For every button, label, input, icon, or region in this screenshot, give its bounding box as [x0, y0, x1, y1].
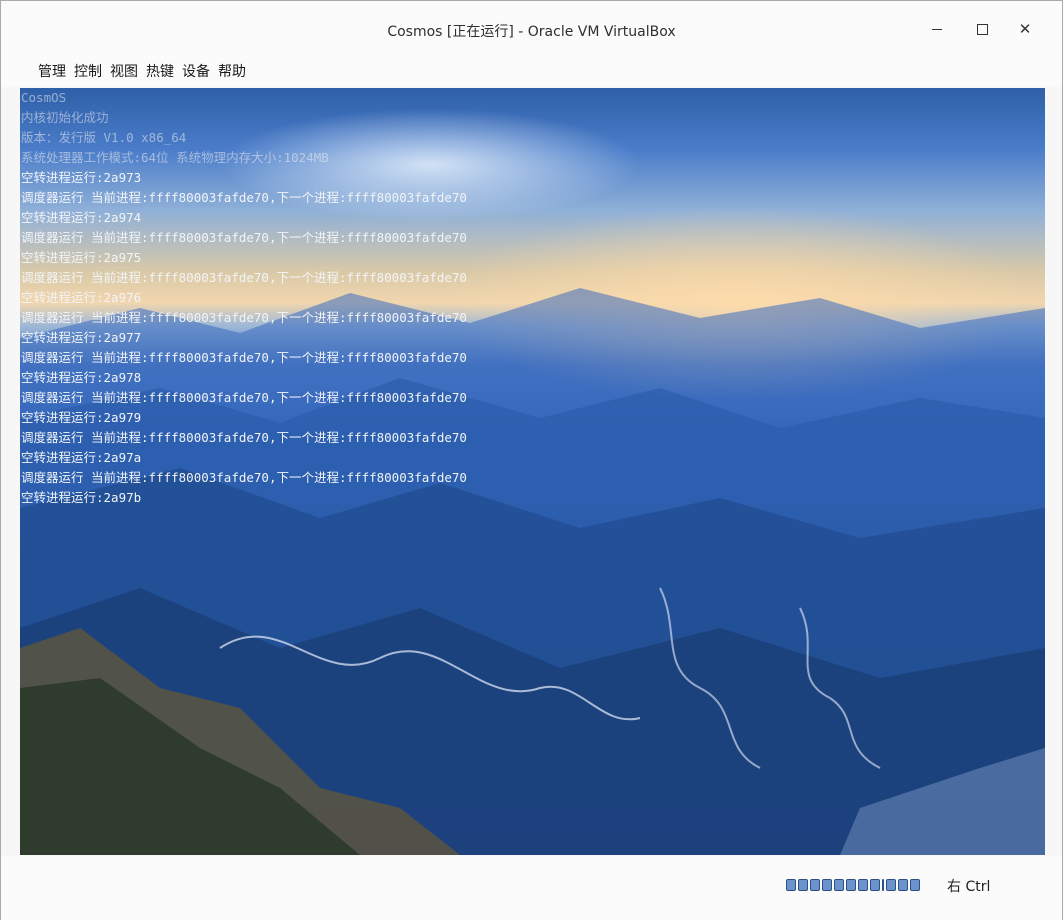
keyboard-icon[interactable] [910, 879, 920, 891]
tray-separator [882, 879, 884, 891]
title-bar[interactable]: Cosmos [正在运行] - Oracle VM VirtualBox ✕ [1, 1, 1062, 51]
recording-icon[interactable] [870, 879, 880, 891]
hard-disk-icon[interactable] [786, 879, 796, 891]
menu-control[interactable]: 控制 [74, 61, 102, 81]
optical-drive-icon[interactable] [798, 879, 808, 891]
console-line: 调度器运行 当前进程:ffff80003fafde70,下一个进程:ffff80… [21, 390, 467, 405]
shared-folders-icon[interactable] [846, 879, 856, 891]
console-line: 版本：发行版 V1.0 x86_64 [21, 130, 187, 145]
menu-devices[interactable]: 设备 [182, 61, 210, 81]
console-line: 空转进程运行:2a97b [21, 490, 142, 505]
status-bar: 右 Ctrl [1, 856, 1062, 920]
console-line: 空转进程运行:2a978 [21, 370, 142, 385]
console-line: 调度器运行 当前进程:ffff80003fafde70,下一个进程:ffff80… [21, 430, 467, 445]
vm-display[interactable]: CosmOS 内核初始化成功版本：发行版 V1.0 x86_64 系统处理器工作模式… [20, 88, 1045, 855]
menu-bar: 管理 控制 视图 热键 设备 帮助 [1, 51, 1062, 87]
close-icon: ✕ [1018, 20, 1032, 38]
mouse-integration-icon[interactable] [898, 879, 908, 891]
console-line: 内核初始化成功 [21, 110, 109, 125]
close-button[interactable]: ✕ [1011, 15, 1039, 43]
minimize-button[interactable] [923, 15, 951, 43]
maximize-icon [976, 23, 988, 35]
console-line: CosmOS [21, 90, 67, 105]
console-line: 空转进程运行:2a977 [21, 330, 142, 345]
device-tray [786, 876, 920, 894]
console-line: 空转进程运行:2a974 [21, 210, 142, 225]
console-line: 调度器运行 当前进程:ffff80003fafde70,下一个进程:ffff80… [21, 230, 467, 245]
console-line: 系统处理器工作模式:64位 系统物理内存大小:1024MB [21, 150, 329, 165]
minimize-icon [932, 28, 942, 30]
menu-help[interactable]: 帮助 [218, 61, 246, 81]
host-key-indicator[interactable]: 右 Ctrl [947, 876, 990, 896]
menu-hotkey[interactable]: 热键 [146, 61, 174, 81]
console-line: 空转进程运行:2a975 [21, 250, 142, 265]
console-output: CosmOS 内核初始化成功版本：发行版 V1.0 x86_64 系统处理器工作模式… [21, 88, 1045, 508]
maximize-button[interactable] [968, 15, 996, 43]
console-line: 空转进程运行:2a976 [21, 290, 142, 305]
console-line: 调度器运行 当前进程:ffff80003fafde70,下一个进程:ffff80… [21, 350, 467, 365]
usb-icon[interactable] [834, 879, 844, 891]
virtualbox-window: Cosmos [正在运行] - Oracle VM VirtualBox ✕ 管… [0, 0, 1063, 920]
audio-icon[interactable] [810, 879, 820, 891]
network-icon[interactable] [822, 879, 832, 891]
console-line: 调度器运行 当前进程:ffff80003fafde70,下一个进程:ffff80… [21, 470, 467, 485]
menu-view[interactable]: 视图 [110, 61, 138, 81]
console-line: 空转进程运行:2a97a [21, 450, 142, 465]
console-line: 调度器运行 当前进程:ffff80003fafde70,下一个进程:ffff80… [21, 190, 467, 205]
display-icon[interactable] [858, 879, 868, 891]
window-title: Cosmos [正在运行] - Oracle VM VirtualBox [387, 24, 676, 40]
console-line: 空转进程运行:2a973 [21, 170, 142, 185]
menu-manage[interactable]: 管理 [38, 61, 66, 81]
console-line: 调度器运行 当前进程:ffff80003fafde70,下一个进程:ffff80… [21, 270, 467, 285]
console-line: 空转进程运行:2a979 [21, 410, 142, 425]
cpu-icon[interactable] [886, 879, 896, 891]
console-line: 调度器运行 当前进程:ffff80003fafde70,下一个进程:ffff80… [21, 310, 467, 325]
